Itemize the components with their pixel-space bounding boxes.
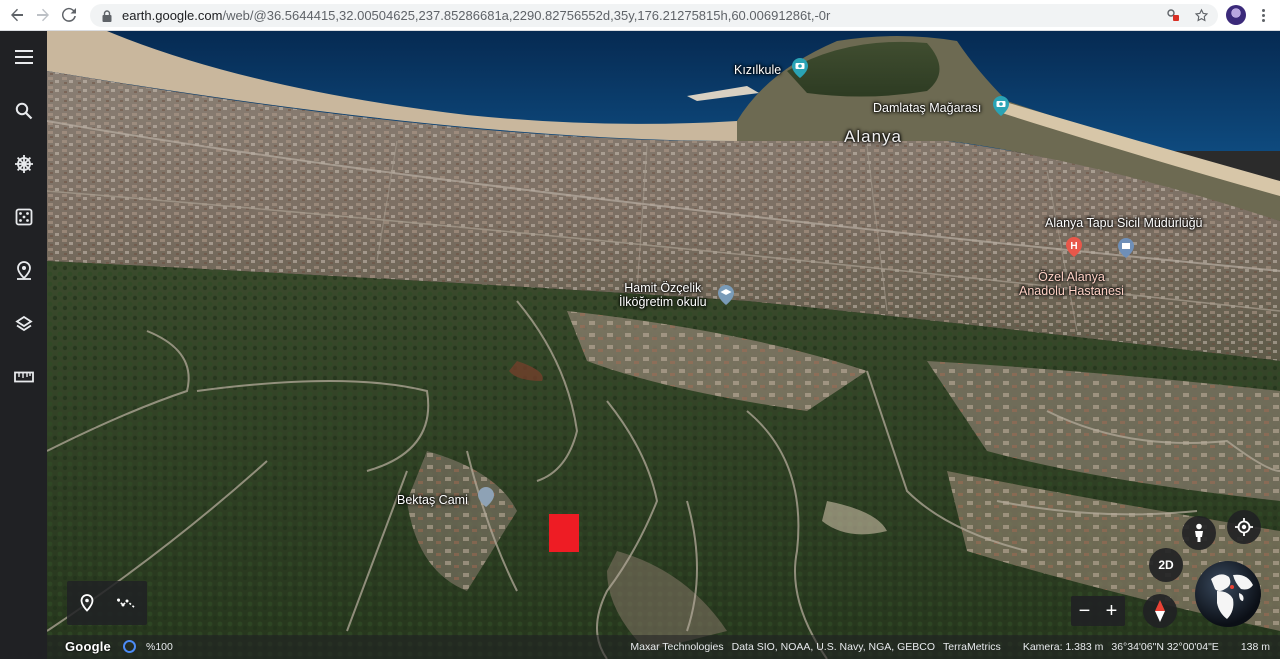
- search-icon[interactable]: [0, 91, 47, 131]
- hospital-pin-icon[interactable]: H: [1065, 236, 1083, 258]
- url-host: earth.google.com: [122, 8, 223, 23]
- view-2d-button[interactable]: 2D: [1149, 548, 1183, 582]
- hastane-line1: Özel Alanya: [1038, 270, 1105, 284]
- google-logo: Google: [65, 639, 111, 654]
- cursor-coordinates: 36°34'06"N 32°00'04"E: [1111, 641, 1219, 653]
- status-bar: Google %100 Maxar Technologies Data SIO,…: [47, 635, 1280, 659]
- browser-toolbar: earth.google.com/web/@36.5644415,32.0050…: [0, 0, 1280, 31]
- city-label-alanya[interactable]: Alanya: [844, 128, 902, 145]
- dice-icon[interactable]: [0, 197, 47, 237]
- poi-label-damlatas[interactable]: Damlataş Mağarası: [873, 101, 981, 115]
- attribution: Maxar Technologies Data SIO, NOAA, U.S. …: [630, 641, 1280, 653]
- load-percent: %100: [146, 641, 173, 653]
- map-pin-icon[interactable]: [0, 251, 47, 291]
- reload-icon[interactable]: [56, 2, 82, 28]
- forward-arrow-icon[interactable]: [30, 2, 56, 28]
- zoom-controls: − +: [1071, 596, 1125, 626]
- add-placemark-icon[interactable]: [73, 589, 101, 617]
- omnibox-actions: [1164, 6, 1210, 24]
- satellite-imagery: [47, 31, 1280, 659]
- credit-terrametrics[interactable]: TerraMetrics: [943, 641, 1001, 653]
- camera-altitude: Kamera: 1.383 m: [1022, 641, 1104, 653]
- back-arrow-icon[interactable]: [4, 2, 30, 28]
- map-viewport[interactable]: Kızılkule Damlataş Mağarası Alanya Alany…: [47, 31, 1280, 659]
- svg-text:H: H: [1070, 241, 1077, 252]
- school-pin-icon[interactable]: [717, 284, 735, 306]
- poi-label-okul[interactable]: Hamit Özçelik İlköğretim okulu: [619, 281, 707, 309]
- zoom-out-button[interactable]: −: [1071, 596, 1098, 626]
- okul-line1: Hamit Özçelik: [624, 281, 702, 295]
- poi-photo-pin-icon[interactable]: [791, 57, 809, 79]
- credit-data[interactable]: Data SIO, NOAA, U.S. Navy, NGA, GEBCO: [732, 641, 935, 653]
- poi-label-kizilkule[interactable]: Kızılkule: [734, 63, 781, 77]
- poi-label-bektas[interactable]: Bektaş Cami: [397, 493, 468, 507]
- okul-line2: İlköğretim okulu: [619, 295, 707, 309]
- red-square-marker: [549, 514, 579, 552]
- ship-wheel-icon[interactable]: [0, 144, 47, 184]
- profile-avatar[interactable]: [1226, 5, 1246, 25]
- layers-icon[interactable]: [0, 304, 47, 344]
- url-path: /web/@36.5644415,32.00504625,237.8528668…: [222, 8, 831, 23]
- compass-icon[interactable]: [1143, 594, 1177, 628]
- pegman-icon[interactable]: [1182, 516, 1216, 550]
- poi-photo-pin-icon[interactable]: [992, 95, 1010, 117]
- browser-menu-icon[interactable]: [1254, 5, 1272, 25]
- drawing-tools-panel: [67, 581, 147, 625]
- mosque-pin-icon[interactable]: [477, 486, 495, 508]
- credit-maxar[interactable]: Maxar Technologies: [630, 641, 723, 653]
- draw-path-icon[interactable]: [113, 589, 141, 617]
- loading-ring-icon: [123, 640, 136, 653]
- site-permission-icon[interactable]: [1164, 6, 1182, 24]
- url-text: earth.google.com/web/@36.5644415,32.0050…: [122, 8, 830, 23]
- poi-label-tapu[interactable]: Alanya Tapu Sicil Müdürlüğü: [1045, 216, 1203, 230]
- lock-icon[interactable]: [100, 9, 114, 23]
- earth-sidebar: [0, 31, 47, 659]
- zoom-in-button[interactable]: +: [1098, 596, 1125, 626]
- globe-overview-icon[interactable]: [1195, 561, 1261, 627]
- address-bar[interactable]: earth.google.com/web/@36.5644415,32.0050…: [90, 4, 1218, 27]
- my-location-icon[interactable]: [1227, 510, 1261, 544]
- bookmark-star-icon[interactable]: [1192, 6, 1210, 24]
- elevation-readout: 138 m: [1240, 641, 1270, 653]
- hastane-line2: Anadolu Hastanesi: [1019, 284, 1124, 298]
- hamburger-icon[interactable]: [0, 37, 47, 77]
- poi-label-hastane[interactable]: Özel Alanya Anadolu Hastanesi: [1019, 270, 1124, 298]
- government-pin-icon[interactable]: [1117, 237, 1135, 259]
- ruler-icon[interactable]: [0, 357, 47, 397]
